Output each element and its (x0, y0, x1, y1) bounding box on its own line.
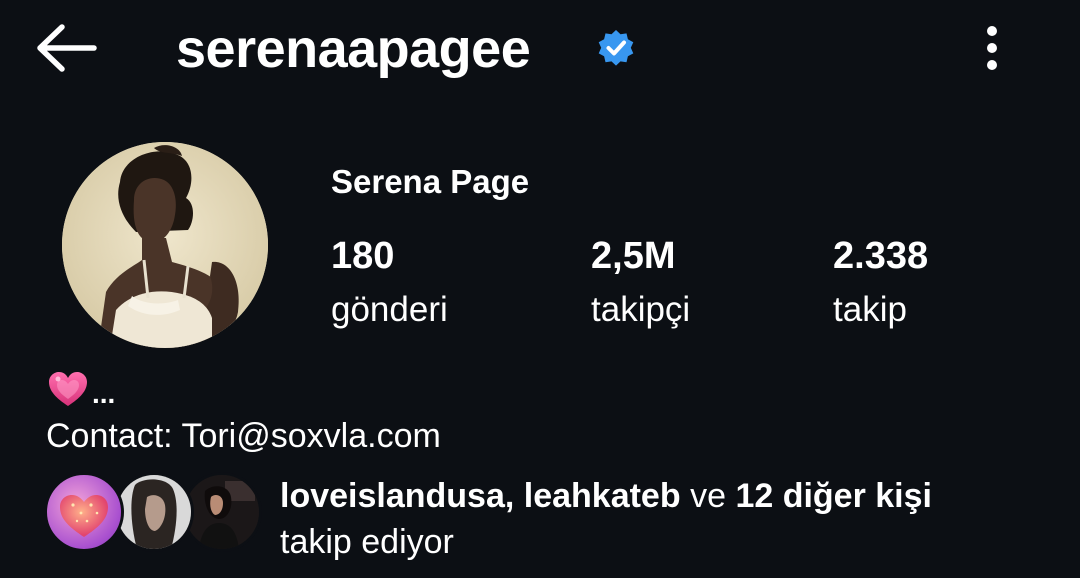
stat-following[interactable]: 2.338 takip (833, 232, 928, 336)
follower-avatar (44, 472, 124, 552)
profile-username: serenaapagee (176, 19, 531, 79)
followed-by-others: 12 diğer kişi (735, 477, 932, 515)
back-button[interactable] (28, 18, 104, 78)
followed-by-suffix: takip ediyor (280, 523, 454, 561)
arrow-left-icon (37, 24, 97, 72)
display-name: Serena Page (331, 163, 530, 200)
profile-photo (62, 142, 268, 348)
followers-label: takipçi (591, 290, 691, 329)
profile-avatar[interactable] (62, 142, 268, 348)
heart-emoji-icon (49, 372, 87, 406)
posts-label: gönderi (331, 290, 448, 329)
posts-count: 180 (331, 235, 395, 277)
stat-followers[interactable]: 2,5M takipçi (591, 232, 690, 336)
followed-by-text: loveislandusa, leahkateb ve 12 diğer kiş… (280, 474, 932, 518)
followed-by-names: loveislandusa, leahkateb (280, 477, 681, 515)
more-options-button[interactable] (966, 22, 1018, 74)
bio-contact: Contact: Tori@soxvla.com (46, 417, 441, 455)
stat-posts[interactable]: 180 gönderi (331, 232, 448, 336)
bio-ellipsis: ... (92, 378, 116, 409)
followed-by-connector: ve (680, 477, 736, 515)
verified-badge-icon (596, 28, 636, 68)
following-label: takip (833, 290, 907, 329)
followers-count: 2,5M (591, 235, 676, 277)
more-vertical-icon (987, 26, 997, 70)
follower-avatar (182, 472, 262, 552)
following-count: 2.338 (833, 235, 929, 277)
followed-by-row[interactable]: loveislandusa, leahkateb ve 12 diğer kiş… (44, 470, 1044, 561)
bio-line: ... (46, 368, 115, 412)
follower-avatar (114, 472, 194, 552)
